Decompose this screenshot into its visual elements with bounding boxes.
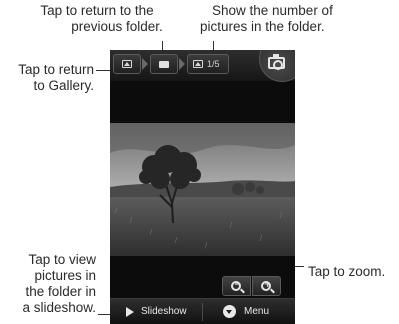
folder-icon: [159, 61, 169, 68]
play-icon: [126, 307, 134, 317]
breadcrumb-separator-icon: [142, 58, 148, 70]
picture-counter: 1/5: [207, 59, 220, 69]
breadcrumb-separator-icon: [179, 58, 185, 70]
tree-landscape-image: [110, 123, 295, 256]
menu-icon: [223, 305, 236, 318]
zoom-in-sign: +: [264, 280, 272, 290]
callout-slideshow-line3: the folder in: [25, 284, 96, 299]
callout-gallery-line2: to Gallery.: [33, 78, 94, 93]
menu-button[interactable]: Menu: [203, 299, 295, 324]
callout-picture-count-line1: Show the number of: [212, 3, 333, 18]
picture-count-indicator: 1/5: [187, 54, 229, 74]
callout-gallery: Tap to return to Gallery.: [0, 62, 94, 94]
zoom-controls: − +: [222, 276, 282, 296]
callout-slideshow-line1: Tap to view: [28, 252, 96, 267]
callout-previous-folder-line1: Tap to return to the: [40, 3, 154, 18]
callout-slideshow-line2: pictures in: [34, 268, 96, 283]
callout-slideshow: Tap to view pictures in the folder in a …: [0, 252, 96, 316]
camera-icon: [268, 54, 285, 70]
phone-screen: 1/5 − + Slideshow Menu: [110, 50, 295, 324]
gallery-breadcrumb-button[interactable]: [113, 54, 141, 74]
callout-picture-count-line2: pictures in the folder.: [200, 19, 325, 34]
callout-picture-count: Show the number of pictures in the folde…: [200, 3, 395, 35]
camera-button[interactable]: [259, 50, 295, 82]
gallery-icon: [122, 60, 132, 68]
callout-slideshow-line4: a slideshow.: [22, 300, 96, 315]
callout-previous-folder: Tap to return to the previous folder.: [22, 3, 172, 35]
callout-gallery-line1: Tap to return: [18, 62, 94, 77]
menu-label: Menu: [244, 306, 270, 317]
callout-previous-folder-line2: previous folder.: [71, 19, 163, 34]
zoom-out-icon: −: [231, 280, 242, 291]
callout-zoom: Tap to zoom.: [308, 264, 386, 279]
folder-breadcrumb-button[interactable]: [150, 54, 178, 74]
slideshow-label: Slideshow: [141, 306, 187, 317]
top-bar: 1/5: [110, 50, 295, 82]
slideshow-button[interactable]: Slideshow: [110, 299, 202, 324]
picture-icon: [193, 60, 203, 68]
zoom-in-icon: +: [261, 280, 272, 291]
bottom-bar: Slideshow Menu: [110, 298, 295, 324]
zoom-out-sign: −: [234, 280, 242, 290]
gallery-photo[interactable]: [110, 123, 295, 256]
zoom-in-button[interactable]: +: [252, 276, 281, 296]
zoom-out-button[interactable]: −: [222, 276, 251, 296]
